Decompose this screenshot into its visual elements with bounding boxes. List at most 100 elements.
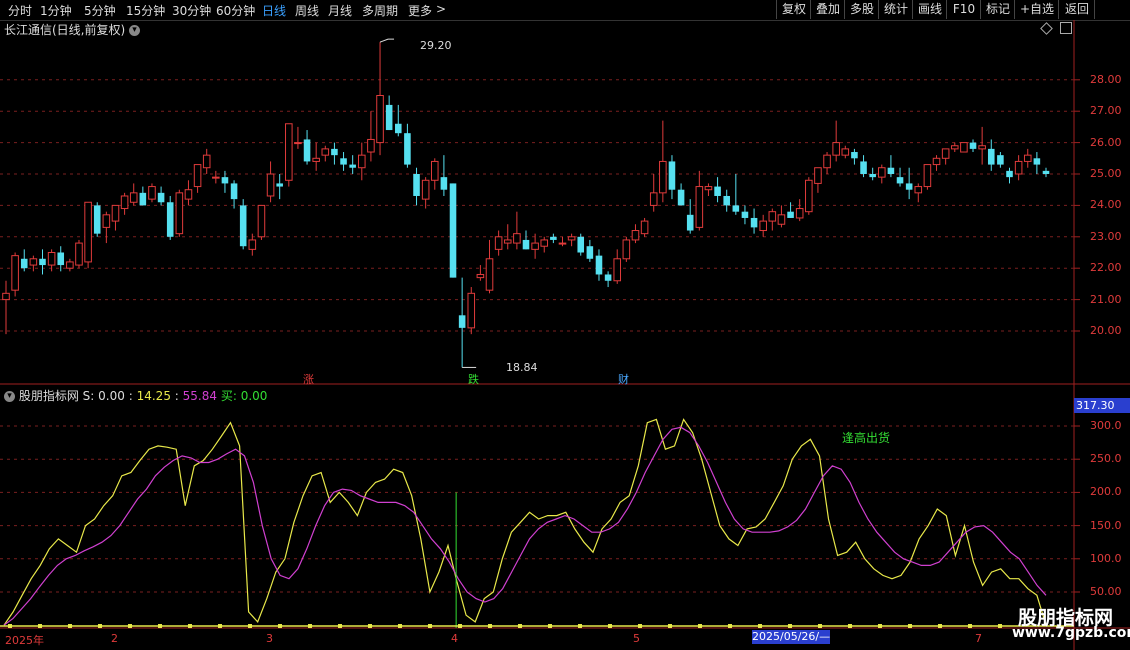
draw-line-button[interactable]: 画线 (912, 0, 947, 19)
candle-body-down (750, 217, 758, 228)
baseline-dot (818, 624, 822, 628)
marker-cai: 财 (618, 373, 629, 386)
candle-body-up (184, 189, 193, 200)
candle-body-down (440, 177, 448, 190)
chevron-down-icon[interactable]: ▾ (129, 25, 141, 36)
candle-body-up (540, 239, 549, 247)
baseline-dot (848, 624, 852, 628)
chevron-down-icon[interactable]: ▾ (4, 391, 15, 402)
candle-body-up (29, 258, 38, 266)
period-60min[interactable]: 60分钟 (216, 2, 255, 19)
chevron-right-icon[interactable]: > (436, 2, 446, 16)
candle-body-up (567, 236, 576, 241)
candle-body-up (294, 142, 302, 145)
baseline-dot (278, 624, 282, 628)
diamond-icon[interactable] (1040, 22, 1053, 35)
date-label-mar: 3 (266, 632, 273, 645)
price-tick-label: 23.00 (1090, 229, 1122, 243)
indicator-tick-label: 250.0 (1090, 452, 1122, 466)
statistics-button[interactable]: 统计 (878, 0, 913, 19)
price-tick-label: 21.00 (1090, 292, 1122, 306)
candle-body-down (860, 161, 867, 174)
stock-title: 长江通信(日线,前复权) (4, 23, 126, 37)
baseline-dot (248, 624, 252, 628)
candle-body-down (595, 255, 603, 275)
candle-body-down (869, 174, 876, 178)
indicator-title: ▾ 股朋指标网 S: 0.00 : 14.25 : 55.84 买: 0.00 (4, 387, 267, 404)
mark-button[interactable]: 标记 (980, 0, 1015, 19)
candle-body-down (340, 158, 347, 165)
period-more[interactable]: 更多 (408, 2, 432, 19)
candle-body-up (823, 154, 831, 169)
candle-body-up (376, 95, 384, 144)
candle-body-down (221, 177, 229, 184)
period-1min[interactable]: 1分钟 (40, 2, 72, 19)
candle-body-down (522, 239, 530, 250)
candle-body-up (695, 186, 704, 228)
candle-body-up (485, 258, 494, 291)
indicator-tick-label: 200.0 (1090, 485, 1122, 499)
period-multi[interactable]: 多周期 (362, 2, 398, 19)
period-30min[interactable]: 30分钟 (172, 2, 211, 19)
period-fenshi[interactable]: 分时 (8, 2, 32, 19)
candle-body-up (659, 160, 667, 194)
candle-body-up (978, 145, 986, 150)
candle-body-down (677, 189, 685, 206)
baseline-dot (338, 624, 342, 628)
s-value-2: 14.25 (136, 389, 171, 403)
candle-body-up (805, 179, 813, 213)
candle-body-down (905, 183, 913, 190)
candle-body-down (887, 167, 895, 174)
candle-body-up (11, 255, 19, 291)
candle-body-up (932, 157, 941, 166)
candle-body-up (66, 261, 74, 269)
candle-body-up (950, 145, 959, 150)
overlay-button[interactable]: 叠加 (810, 0, 845, 19)
baseline-dot (488, 624, 492, 628)
period-15min[interactable]: 15分钟 (126, 2, 165, 19)
baseline-dot (158, 624, 162, 628)
candle-body-up (613, 258, 622, 282)
cursor-date-label: 2025/05/26/— (752, 630, 830, 644)
add-watchlist-button[interactable]: +自选 (1014, 0, 1059, 19)
candle-body-up (212, 176, 220, 179)
indicator-tick-label: 300.0 (1090, 419, 1122, 432)
candle-body-down (723, 195, 730, 206)
f10-button[interactable]: F10 (946, 0, 981, 19)
period-monthly[interactable]: 月线 (328, 2, 352, 19)
panel-toggle-icon[interactable] (1060, 22, 1072, 34)
period-daily[interactable]: 日线 (262, 2, 286, 19)
candle-body-up (841, 148, 850, 156)
baseline-dot (638, 624, 642, 628)
baseline-dot (758, 624, 762, 628)
indicator-line-ma (3, 426, 1047, 626)
candle-body-up (175, 192, 184, 235)
candle-body-down (331, 148, 338, 156)
candle-body-up (494, 236, 503, 250)
buy-value: 0.00 (240, 389, 268, 403)
baseline-dot (788, 624, 792, 628)
baseline-dot (668, 624, 672, 628)
baseline-dot (998, 624, 1002, 628)
baseline-dot (398, 624, 402, 628)
back-button[interactable]: 返回 (1058, 0, 1095, 19)
baseline-dot (8, 624, 12, 628)
multi-stock-button[interactable]: 多股 (844, 0, 879, 19)
price-tick-label: 27.00 (1090, 104, 1122, 118)
candle-body-down (57, 252, 65, 266)
baseline-dot (68, 624, 72, 628)
candle-body-down (668, 161, 676, 190)
s-separator-1: : (128, 389, 133, 403)
watermark-url: www.7gpzb.com (1012, 625, 1130, 641)
period-weekly[interactable]: 周线 (295, 2, 319, 19)
candle-body-down (404, 133, 411, 165)
candle-body-up (531, 242, 539, 250)
candle-body-up (257, 204, 266, 238)
s-separator-2: : (174, 389, 179, 403)
period-5min[interactable]: 5分钟 (84, 2, 116, 19)
indicator-tick-label: 100.0 (1090, 551, 1122, 565)
candle-body-down (20, 258, 28, 269)
window-buttons[interactable] (1094, 0, 1130, 19)
candle-body-down (157, 192, 165, 203)
fuquan-button[interactable]: 复权 (776, 0, 811, 19)
